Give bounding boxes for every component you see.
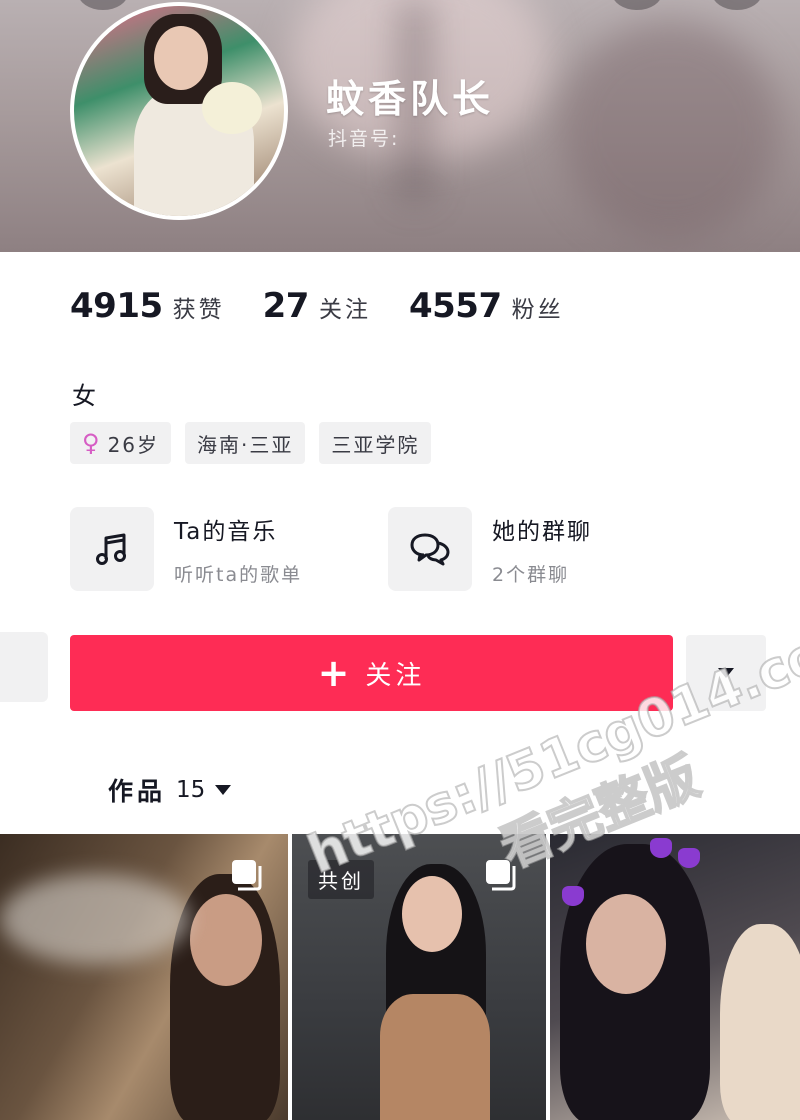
message-button[interactable] (0, 632, 48, 702)
avatar[interactable] (70, 2, 288, 220)
sticker-icon (650, 838, 672, 858)
recommend-dropdown-button[interactable] (686, 635, 766, 711)
video-thumbnail[interactable] (550, 834, 800, 1120)
group-chat-card[interactable]: 她的群聊 2个群聊 (388, 507, 592, 591)
profile-tags: ♀ 26岁 海南·三亚 三亚学院 (70, 422, 445, 464)
stat-likes-label: 获赞 (172, 297, 225, 323)
caret-down-icon (215, 785, 232, 795)
tab-works-count: 15 (176, 777, 206, 803)
header-background-shade (560, 20, 780, 240)
tag-location[interactable]: 海南·三亚 (185, 422, 306, 464)
multi-image-icon (232, 860, 262, 891)
music-card-title: Ta的音乐 (174, 518, 278, 545)
plus-icon: + (317, 651, 354, 695)
tag-age-label: 26岁 (107, 432, 160, 457)
video-thumbnail[interactable] (0, 834, 288, 1120)
search-button[interactable] (612, 0, 662, 10)
profile-header: 蚊香队长 抖音号: (0, 0, 800, 252)
tag-location-label: 海南·三亚 (197, 432, 294, 457)
tag-age: ♀ 26岁 (70, 422, 172, 464)
back-button[interactable] (78, 0, 128, 10)
caret-down-icon (718, 668, 734, 678)
music-card-subtitle: 听听ta的歌单 (174, 563, 303, 586)
more-options-button[interactable] (712, 0, 762, 10)
sticker-icon (678, 848, 700, 868)
video-thumbnail[interactable]: 共创 (292, 834, 546, 1120)
profile-stats: 4915 获赞 27 关注 4557 粉丝 (70, 286, 602, 326)
co-creation-badge: 共创 (308, 860, 374, 899)
chat-bubbles-icon (410, 533, 450, 566)
group-card-title: 她的群聊 (492, 518, 592, 545)
stat-following-label: 关注 (318, 297, 371, 323)
sticker-icon (562, 886, 584, 906)
video-grid: 共创 (0, 834, 800, 1120)
username: 蚊香队长 (326, 77, 495, 121)
stat-likes-count: 4915 (70, 286, 163, 326)
music-card[interactable]: Ta的音乐 听听ta的歌单 (70, 507, 302, 591)
bio-text: 女 (72, 382, 96, 410)
tab-works-label: 作品 (108, 777, 167, 806)
stat-followers-count: 4557 (408, 286, 502, 326)
follow-button-label: 关注 (365, 660, 426, 691)
group-card-subtitle: 2个群聊 (492, 563, 570, 586)
stat-followers-label: 粉丝 (511, 297, 564, 323)
tab-works[interactable]: 作品 15 (108, 772, 233, 808)
music-note-icon (96, 533, 126, 565)
multi-image-icon (486, 860, 516, 891)
tag-school-label: 三亚学院 (331, 432, 420, 457)
douyin-id-label: 抖音号: (328, 128, 400, 150)
tag-school[interactable]: 三亚学院 (319, 422, 432, 464)
stat-following-count: 27 (262, 286, 310, 326)
stat-likes[interactable]: 4915 获赞 (70, 286, 225, 326)
follow-button[interactable]: + 关注 (70, 635, 673, 711)
stat-followers[interactable]: 4557 粉丝 (409, 286, 564, 326)
stat-following[interactable]: 27 关注 (263, 286, 371, 326)
female-icon: ♀ (82, 429, 102, 457)
